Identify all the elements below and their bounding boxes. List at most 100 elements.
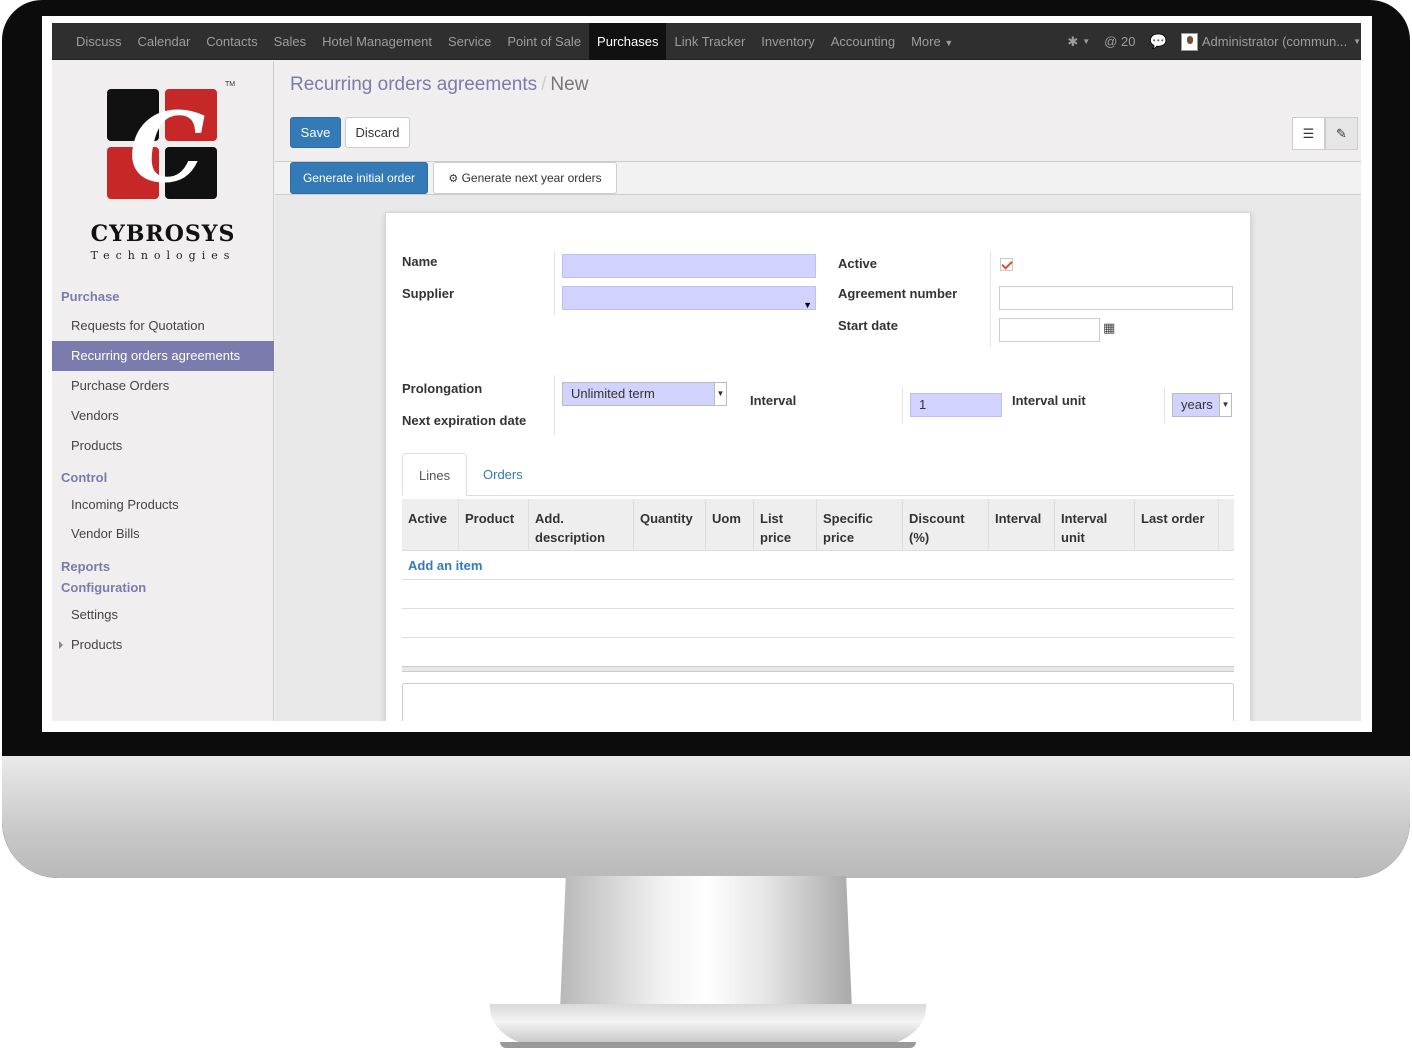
sidebar-header-control[interactable]: Control <box>52 467 274 488</box>
menu-sales[interactable]: Sales <box>266 23 315 60</box>
sidebar-item-settings[interactable]: Settings <box>52 600 274 630</box>
caret-down-icon: ▼ <box>944 38 954 48</box>
form-background: Name Supplier ▼ Active Agreement number … <box>275 195 1361 721</box>
name-input[interactable] <box>562 254 816 278</box>
sidebar-header-configuration[interactable]: Configuration <box>52 577 274 598</box>
prolongation-select[interactable]: Unlimited term ▼ <box>562 382 727 406</box>
active-checkbox[interactable] <box>1000 258 1013 271</box>
user-menu[interactable]: Administrator (commun... ▼ <box>1180 32 1361 51</box>
generate-initial-order-button[interactable]: Generate initial order <box>290 162 428 194</box>
interval-input[interactable]: 1 <box>910 393 1002 417</box>
monitor-frame: Discuss Calendar Contacts Sales Hotel Ma… <box>2 0 1410 878</box>
col-active[interactable]: Active <box>402 499 459 551</box>
bug-icon: ✱ <box>1067 33 1079 49</box>
status-bar: Generate initial order ⚙ Generate next y… <box>275 161 1361 195</box>
screen: Discuss Calendar Contacts Sales Hotel Ma… <box>42 16 1372 732</box>
breadcrumb-separator: / <box>541 74 547 95</box>
menu-more-label: More <box>911 34 941 49</box>
add-item-link[interactable]: Add an item <box>402 551 1234 580</box>
monitor-stand-base <box>490 1004 926 1048</box>
col-last-order[interactable]: Last order <box>1135 499 1219 551</box>
col-add-description[interactable]: Add. description <box>529 499 634 551</box>
col-list-price[interactable]: List price <box>754 499 817 551</box>
menu-contacts[interactable]: Contacts <box>198 23 265 60</box>
interval-unit-select[interactable]: years ▼ <box>1172 393 1232 417</box>
menu-point-of-sale[interactable]: Point of Sale <box>499 23 589 60</box>
sidebar-item-products[interactable]: Products <box>52 431 274 461</box>
user-name: Administrator (commun... <box>1201 34 1348 49</box>
menu-inventory[interactable]: Inventory <box>753 23 822 60</box>
calendar-icon[interactable]: ▦ <box>1103 320 1115 336</box>
name-label: Name <box>402 254 438 269</box>
table-footer <box>402 666 1234 672</box>
start-date-label: Start date <box>838 318 898 333</box>
sidebar-item-incoming-products[interactable]: Incoming Products <box>52 490 274 519</box>
tab-orders[interactable]: Orders <box>467 453 539 496</box>
sidebar-item-config-products[interactable]: Products <box>52 630 274 660</box>
notes-textarea[interactable] <box>402 683 1234 721</box>
form-view-icon[interactable]: ✎ <box>1325 117 1358 150</box>
lines-table-header: Active Product Add. description Quantity… <box>402 499 1234 551</box>
menu-service[interactable]: Service <box>440 23 499 60</box>
menu-hotel-management[interactable]: Hotel Management <box>314 23 440 60</box>
caret-down-icon: ▼ <box>1353 37 1361 46</box>
generate-next-year-orders-label: Generate next year orders <box>461 171 602 185</box>
side-menu: Purchase Requests for Quotation Recurrin… <box>52 286 274 660</box>
trademark: TM <box>225 81 236 88</box>
menu-more[interactable]: More ▼ <box>903 23 961 60</box>
menu-purchases[interactable]: Purchases <box>589 23 667 60</box>
avatar <box>1180 32 1198 51</box>
interval-unit-label: Interval unit <box>1012 393 1086 408</box>
sidebar-header-reports[interactable]: Reports <box>52 556 274 577</box>
sidebar-header-purchase[interactable]: Purchase <box>52 286 274 307</box>
sidebar-item-requests-for-quotation[interactable]: Requests for Quotation <box>52 311 274 341</box>
menu-link-tracker[interactable]: Link Tracker <box>666 23 753 60</box>
table-row: Add an item <box>402 551 1234 580</box>
breadcrumb: Recurring orders agreements / New <box>290 74 588 96</box>
menu-calendar[interactable]: Calendar <box>130 23 199 60</box>
col-discount[interactable]: Discount (%) <box>903 499 989 551</box>
sidebar-item-config-products-label: Products <box>71 637 123 652</box>
caret-right-icon <box>59 641 63 649</box>
messages-counter[interactable]: @ 20 <box>1104 34 1135 49</box>
company-logo: C <box>107 89 227 211</box>
table-row <box>402 609 1234 638</box>
lines-table: Active Product Add. description Quantity… <box>402 499 1234 672</box>
supplier-label: Supplier <box>402 286 455 301</box>
interval-label: Interval <box>750 393 797 408</box>
chat-icon[interactable]: 💬 <box>1149 33 1166 50</box>
sidebar-item-vendor-bills[interactable]: Vendor Bills <box>52 519 274 548</box>
col-interval[interactable]: Interval <box>989 499 1055 551</box>
col-uom[interactable]: Uom <box>706 499 754 551</box>
menu-discuss[interactable]: Discuss <box>68 23 130 60</box>
sidebar-item-purchase-orders[interactable]: Purchase Orders <box>52 371 274 401</box>
tab-lines[interactable]: Lines <box>402 453 468 496</box>
list-view-icon[interactable]: ☰ <box>1292 117 1325 150</box>
prolongation-label: Prolongation <box>402 381 483 396</box>
debug-menu[interactable]: ✱ ▼ <box>1067 34 1090 50</box>
col-interval-unit[interactable]: Interval unit <box>1055 499 1135 551</box>
sidebar-item-recurring-orders-agreements[interactable]: Recurring orders agreements <box>52 341 274 371</box>
save-button[interactable]: Save <box>290 117 341 148</box>
monitor-stand-neck <box>560 876 852 1010</box>
main-menu: Discuss Calendar Contacts Sales Hotel Ma… <box>68 23 961 60</box>
systray: ✱ ▼ @ 20 💬 Administrator (commun... ▼ <box>1053 23 1361 60</box>
menu-accounting[interactable]: Accounting <box>823 23 903 60</box>
supplier-select[interactable]: ▼ <box>562 286 816 310</box>
interval-unit-value: years <box>1181 397 1213 412</box>
discard-button[interactable]: Discard <box>345 117 410 148</box>
dropdown-arrow-icon: ▼ <box>1219 394 1231 416</box>
breadcrumb-parent[interactable]: Recurring orders agreements <box>290 74 537 95</box>
monitor-chin <box>2 756 1410 878</box>
col-specific-price[interactable]: Specific price <box>817 499 903 551</box>
generate-next-year-orders-button[interactable]: ⚙ Generate next year orders <box>433 162 617 194</box>
breadcrumb-current: New <box>550 74 589 95</box>
col-product[interactable]: Product <box>459 499 529 551</box>
sidebar-item-vendors[interactable]: Vendors <box>52 401 274 431</box>
dropdown-arrow-icon: ▼ <box>714 383 726 405</box>
agreement-number-input[interactable] <box>999 286 1233 310</box>
brand-tagline: Technologies <box>90 249 236 262</box>
next-expiration-date-label: Next expiration date <box>402 413 527 428</box>
col-quantity[interactable]: Quantity <box>634 499 706 551</box>
start-date-input[interactable] <box>999 318 1100 342</box>
